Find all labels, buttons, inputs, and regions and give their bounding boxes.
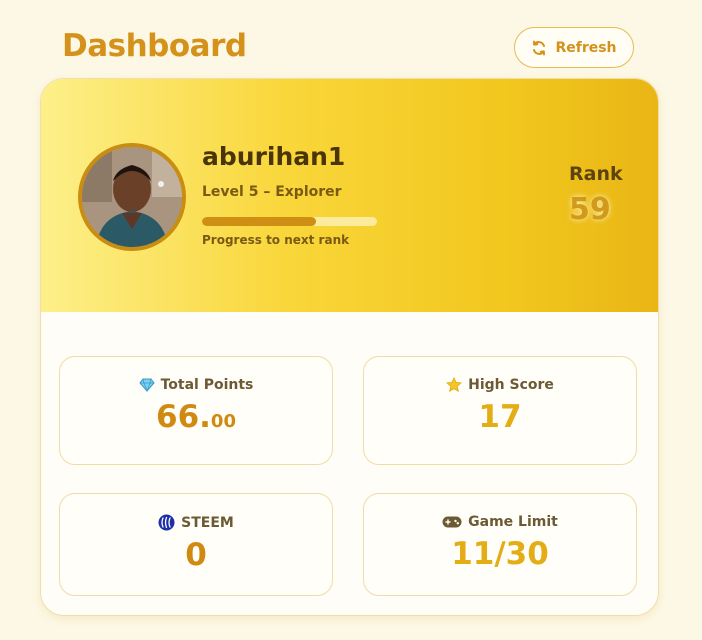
stat-label: Game Limit	[468, 514, 558, 530]
page-title: Dashboard	[62, 28, 247, 64]
stat-steem: STEEM 0	[59, 493, 333, 596]
stat-value: 11/30	[451, 536, 549, 572]
avatar[interactable]	[78, 143, 186, 251]
stat-high-score: High Score 17	[363, 356, 637, 465]
gamepad-icon	[442, 516, 462, 528]
progress-label: Progress to next rank	[202, 233, 350, 247]
stat-value: 66.00	[60, 399, 332, 435]
level-label: Level 5 – Explorer	[202, 184, 342, 200]
refresh-button[interactable]: Refresh	[514, 27, 634, 68]
username: aburihan1	[202, 142, 346, 171]
stat-game-limit: Game Limit 11/30	[363, 493, 637, 596]
stat-value-decimal: 00	[210, 411, 236, 432]
stat-value: 0	[185, 537, 207, 573]
rank-progress-fill	[202, 217, 316, 226]
stat-label: Total Points	[160, 377, 254, 393]
rank-progress-bar	[202, 217, 377, 226]
rank-label: Rank	[569, 163, 623, 185]
gem-icon	[138, 378, 155, 392]
rank-value: 59	[569, 192, 611, 227]
refresh-label: Refresh	[555, 39, 617, 56]
stat-value-integer: 66.	[156, 399, 211, 435]
profile-banner: aburihan1 Level 5 – Explorer Progress to…	[41, 79, 658, 312]
stat-total-points: Total Points 66.00	[59, 356, 333, 465]
stat-label: High Score	[468, 377, 554, 393]
stat-label: STEEM	[181, 514, 234, 531]
steem-icon	[158, 514, 175, 531]
stat-value: 17	[478, 399, 522, 435]
refresh-icon	[531, 40, 547, 56]
dashboard-page: Dashboard Refresh aburihan1 Level 5 – Ex…	[0, 0, 702, 640]
star-icon	[446, 377, 463, 393]
